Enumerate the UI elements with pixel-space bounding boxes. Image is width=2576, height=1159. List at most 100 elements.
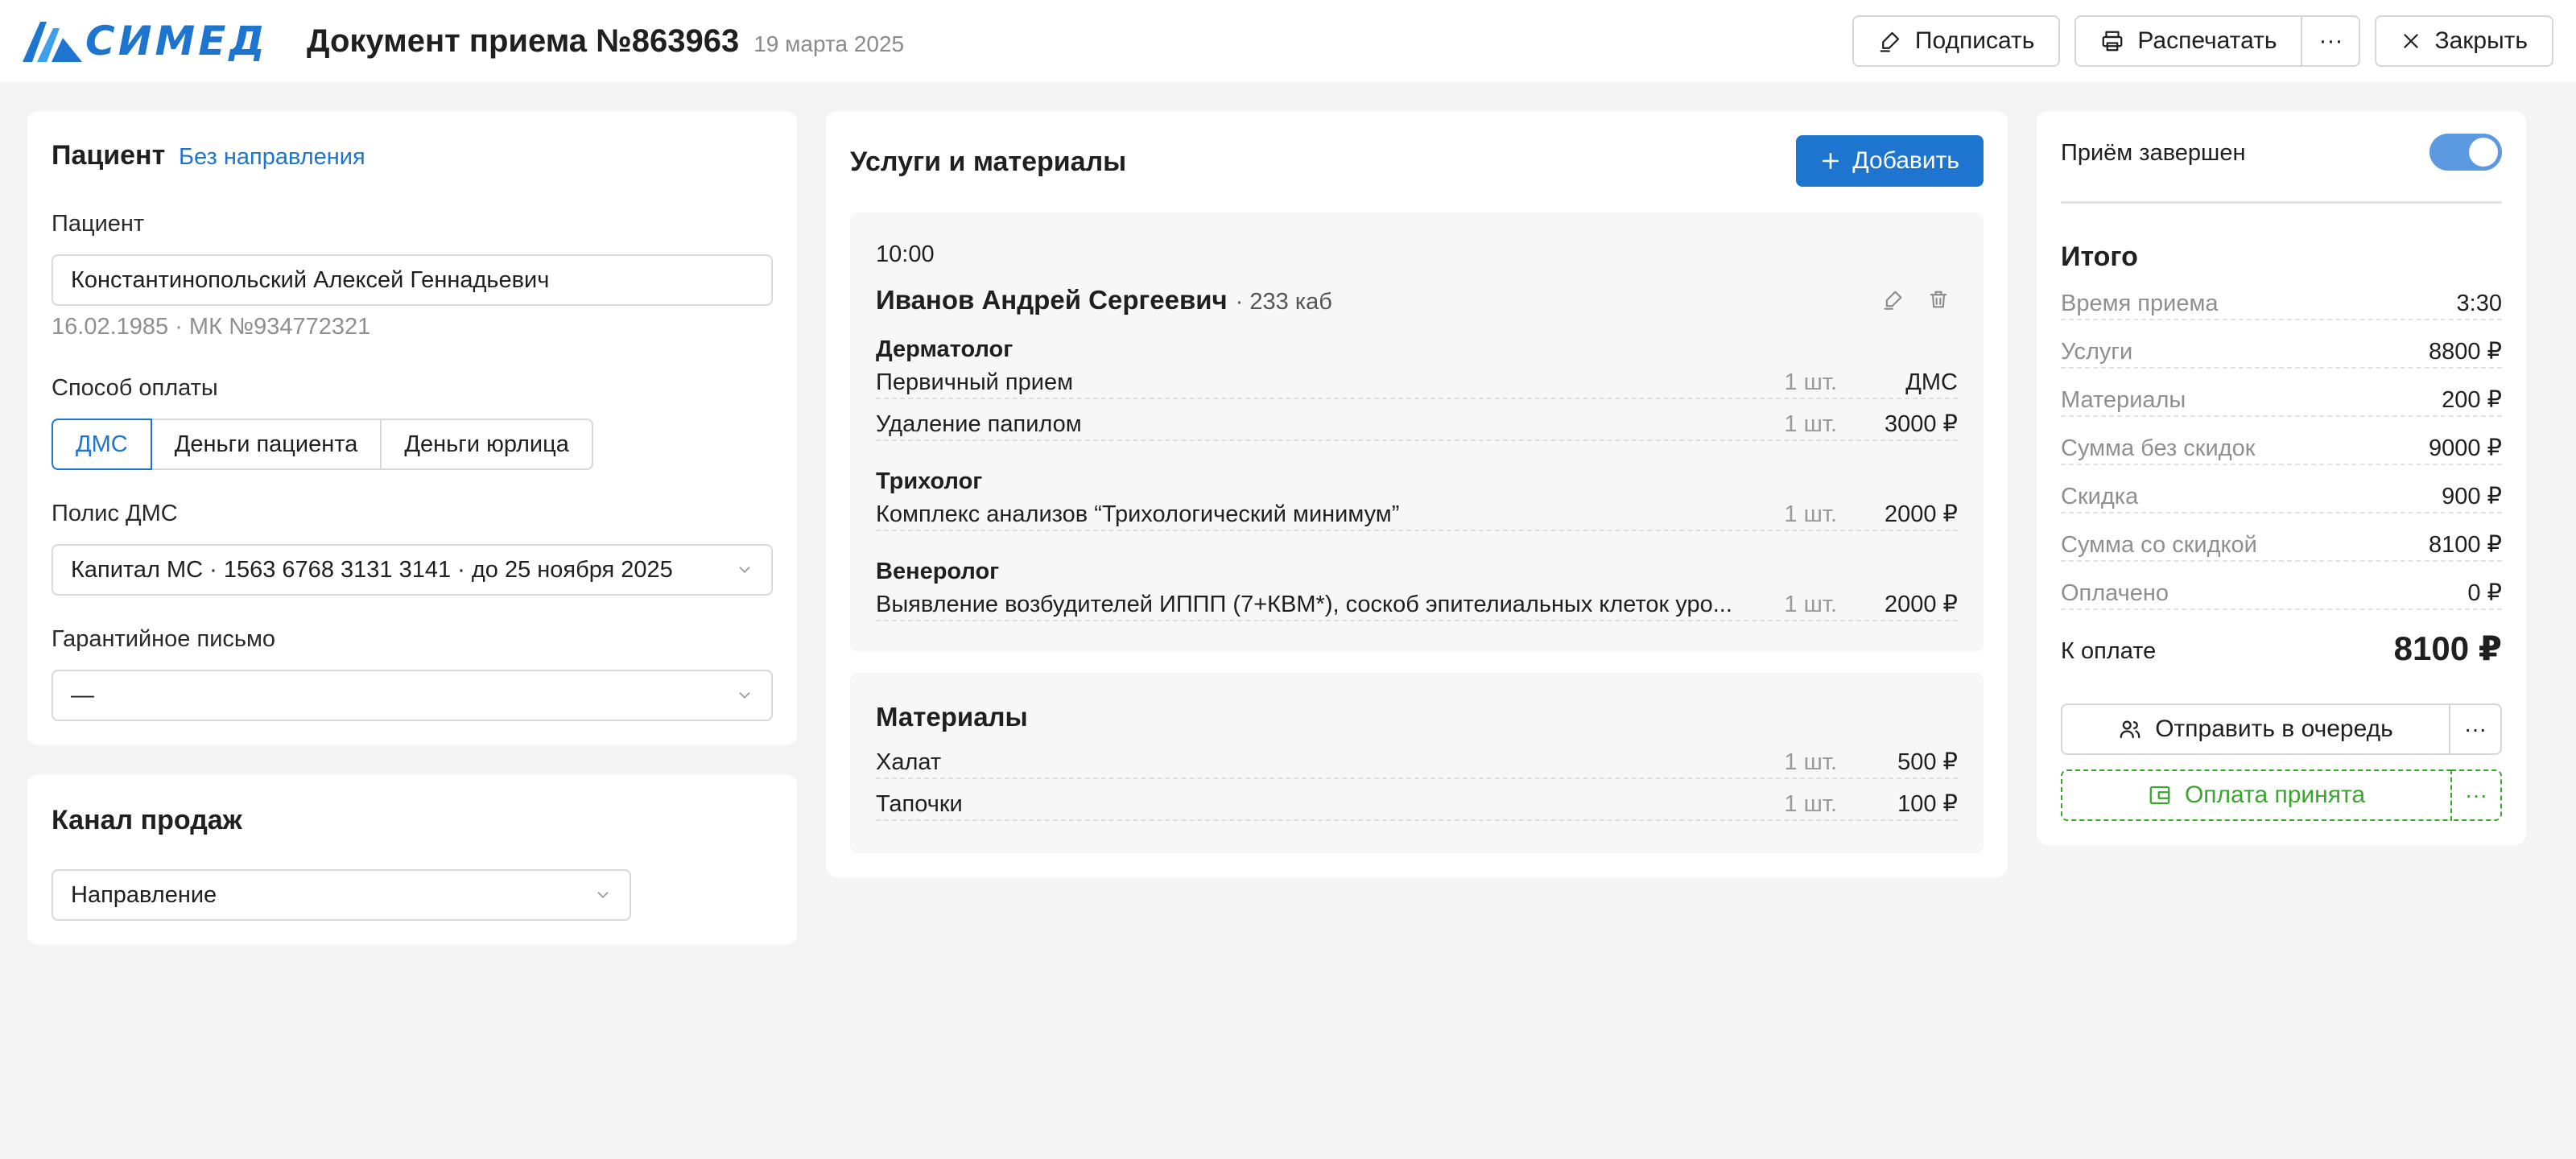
guarantee-select-value: —: [71, 682, 94, 708]
service-name: Выявление возбудителей ИППП (7+КВМ*), со…: [876, 592, 1732, 617]
payment-option-company[interactable]: Деньги юрлица: [380, 419, 593, 470]
print-button-label: Распечатать: [2137, 27, 2277, 54]
sales-channel-select[interactable]: Направление: [52, 869, 631, 921]
service-price: 3000 ₽: [1884, 411, 1958, 437]
header-actions: Подписать Распечатать ··· Закрыть: [1852, 15, 2553, 67]
printer-icon: [2100, 29, 2124, 53]
close-button[interactable]: Закрыть: [2375, 15, 2553, 67]
payment-accepted-button[interactable]: Оплата принята: [2061, 769, 2450, 821]
specialty-venereologist: Венеролог: [876, 559, 1000, 584]
policy-select[interactable]: Капитал МС · 1563 6768 3131 3141 · до 25…: [52, 544, 773, 596]
visit-block: 10:00 Иванов Андрей Сергеевич · 233 каб …: [850, 212, 1984, 652]
queue-more-button[interactable]: ···: [2450, 703, 2502, 755]
specialty-trichologist: Трихолог: [876, 468, 983, 494]
send-to-queue-button[interactable]: Отправить в очередь: [2061, 703, 2450, 755]
more-actions-button[interactable]: ···: [2302, 15, 2361, 67]
summary-key: Время приема: [2061, 291, 2219, 316]
chevron-down-icon: [736, 687, 753, 704]
send-to-queue-label: Отправить в очередь: [2155, 716, 2393, 742]
chevron-down-icon: [736, 561, 753, 579]
plus-icon: [1820, 151, 1841, 171]
edit-visit-icon[interactable]: [1882, 288, 1905, 311]
summary-key: Сумма без скидок: [2061, 435, 2256, 461]
material-qty: 1 шт.: [1784, 791, 1837, 817]
summary-divider: [2061, 201, 2502, 204]
summary-value: 200 ₽: [2442, 387, 2502, 413]
summary-title: Итого: [2061, 241, 2138, 272]
patient-meta: 16.02.1985 · МК №934772321: [52, 314, 371, 340]
patient-card: Пациент Без направления Пациент Констант…: [27, 111, 797, 745]
sign-button[interactable]: Подписать: [1852, 15, 2061, 67]
service-qty: 1 шт.: [1784, 592, 1837, 617]
payment-option-patient[interactable]: Деньги пациента: [150, 419, 382, 470]
service-name: Комплекс анализов “Трихологический миним…: [876, 501, 1400, 527]
material-row[interactable]: Халат 1 шт. 500 ₽: [876, 749, 1958, 779]
to-pay-row: К оплате 8100 ₽: [2061, 628, 2502, 668]
summary-value: 9000 ₽: [2428, 435, 2502, 461]
material-price: 500 ₽: [1897, 749, 1958, 775]
material-row[interactable]: Тапочки 1 шт. 100 ₽: [876, 791, 1958, 821]
service-qty: 1 шт.: [1784, 411, 1837, 437]
payment-more-button[interactable]: ···: [2450, 769, 2502, 821]
summary-value: 8800 ₽: [2428, 339, 2502, 365]
material-qty: 1 шт.: [1784, 749, 1837, 775]
summary-card: Приём завершен Итого Время приема 3:30 У…: [2037, 111, 2526, 845]
service-row[interactable]: Первичный прием 1 шт. ДМС: [876, 369, 1958, 399]
patient-field[interactable]: Константинопольский Алексей Геннадьевич: [52, 254, 773, 306]
sign-button-label: Подписать: [1914, 27, 2035, 54]
policy-label: Полис ДМС: [52, 501, 178, 526]
logo-mark-icon: [23, 22, 82, 62]
payment-option-dms[interactable]: ДМС: [52, 419, 152, 470]
payment-accepted-label: Оплата принята: [2184, 782, 2366, 808]
wallet-icon: [2148, 783, 2172, 807]
app-header: СИМЕД Документ приема №863963 19 марта 2…: [0, 0, 2576, 82]
more-icon: ···: [2464, 716, 2487, 741]
guarantee-label: Гарантийное письмо: [52, 626, 276, 652]
print-button[interactable]: Распечатать: [2074, 15, 2303, 67]
delete-visit-icon[interactable]: [1927, 288, 1950, 311]
summary-value: 900 ₽: [2442, 484, 2502, 509]
payment-method-label: Способ оплаты: [52, 375, 218, 401]
summary-key: Услуги: [2061, 339, 2133, 365]
service-row[interactable]: Комплекс анализов “Трихологический миним…: [876, 501, 1958, 531]
more-icon: ···: [2465, 782, 2487, 807]
service-price: 2000 ₽: [1884, 501, 1958, 527]
page-title: Документ приема №863963: [306, 23, 740, 59]
policy-select-value: Капитал МС · 1563 6768 3131 3141 · до 25…: [71, 556, 673, 583]
document-date: 19 марта 2025: [753, 31, 905, 56]
completed-toggle[interactable]: [2429, 134, 2502, 171]
summary-value: 0 ₽: [2467, 580, 2502, 606]
to-pay-label: К оплате: [2061, 638, 2157, 664]
sales-channel-title: Канал продаж: [52, 805, 242, 835]
referral-link[interactable]: Без направления: [179, 144, 365, 171]
service-row[interactable]: Удаление папилом 1 шт. 3000 ₽: [876, 411, 1958, 441]
service-price: ДМС: [1905, 369, 1958, 395]
sales-channel-card: Канал продаж Направление: [27, 774, 797, 945]
summary-row: Время приема 3:30: [2061, 288, 2502, 320]
close-icon: [2401, 31, 2421, 52]
summary-key: Сумма со скидкой: [2061, 532, 2257, 558]
add-service-button[interactable]: Добавить: [1796, 135, 1984, 187]
queue-button-group: Отправить в очередь ···: [2061, 703, 2502, 755]
summary-key: Оплачено: [2061, 580, 2169, 606]
to-pay-value: 8100 ₽: [2393, 629, 2502, 667]
queue-icon: [2118, 717, 2142, 741]
payment-method-selector: ДМС Деньги пациента Деньги юрлица: [52, 419, 593, 470]
guarantee-select[interactable]: —: [52, 670, 773, 721]
summary-value: 8100 ₽: [2428, 532, 2502, 558]
summary-row: Сумма без скидок 9000 ₽: [2061, 433, 2502, 465]
summary-row: Услуги 8800 ₽: [2061, 336, 2502, 369]
service-price: 2000 ₽: [1884, 592, 1958, 617]
materials-title: Материалы: [876, 702, 1028, 732]
service-row[interactable]: Выявление возбудителей ИППП (7+КВМ*), со…: [876, 592, 1958, 621]
material-name: Тапочки: [876, 791, 963, 817]
summary-key: Материалы: [2061, 387, 2186, 413]
payment-button-group: Оплата принята ···: [2061, 769, 2502, 821]
material-name: Халат: [876, 749, 942, 775]
logo: СИМЕД: [23, 17, 268, 65]
summary-row: Оплачено 0 ₽: [2061, 578, 2502, 610]
summary-row: Материалы 200 ₽: [2061, 385, 2502, 417]
toggle-knob: [2469, 138, 2498, 167]
add-service-label: Добавить: [1852, 147, 1959, 174]
summary-row: Сумма со скидкой 8100 ₽: [2061, 530, 2502, 562]
